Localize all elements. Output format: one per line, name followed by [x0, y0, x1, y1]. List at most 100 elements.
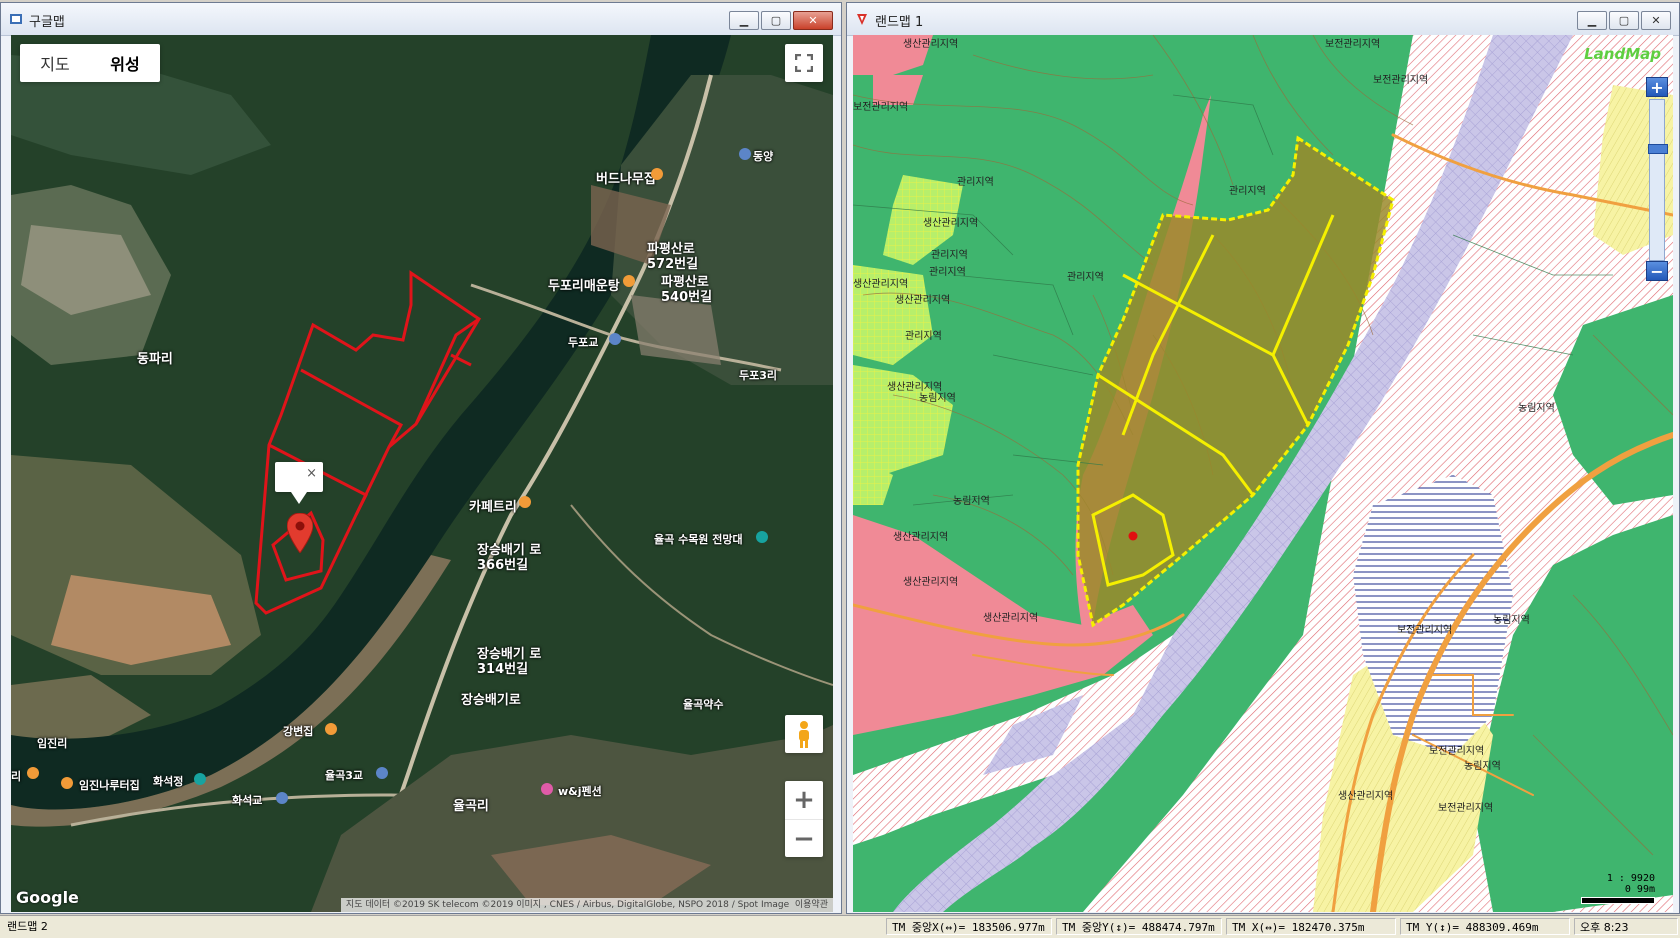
google-map-window: 구글맵 ▁ ▢ ✕ 동파리 버드나무집 파평산로 572번길 두포리매운탕 파평… — [0, 2, 842, 914]
zone-label: 관리지역 — [1229, 186, 1266, 197]
transit-icon[interactable] — [276, 792, 288, 804]
place-label: 두포교 — [568, 336, 599, 349]
cafe-icon[interactable] — [519, 496, 531, 508]
close-button[interactable]: ✕ — [793, 11, 833, 30]
scale-ratio: 1 : 9920 — [1606, 873, 1655, 884]
transit-icon[interactable] — [609, 333, 621, 345]
place-label: 버드나무집 — [596, 172, 656, 187]
zone-label: 보전관리지역 — [1397, 625, 1453, 636]
map-type-control: 지도 위성 — [20, 44, 160, 82]
zoom-out-button[interactable]: − — [785, 820, 823, 858]
terms-link[interactable]: 이용약관 — [795, 900, 828, 910]
place-label: 율곡약수 — [683, 698, 724, 711]
place-label: 강변집 — [283, 725, 314, 738]
place-label: 리 — [11, 770, 22, 783]
place-label: 화석정 — [153, 775, 184, 788]
restaurant-icon[interactable] — [61, 777, 73, 789]
scale-bar — [1581, 897, 1655, 904]
place-label: 임진리 — [37, 737, 68, 750]
location-icon[interactable] — [739, 148, 751, 160]
zoom-in-button[interactable]: + — [785, 781, 823, 820]
zone-label: 농림지역 — [953, 496, 990, 507]
minimize-button[interactable]: ▁ — [729, 11, 759, 30]
zoom-slider-thumb[interactable] — [1648, 144, 1668, 154]
restaurant-icon[interactable] — [623, 275, 635, 287]
zone-label: 생산관리지역 — [895, 295, 951, 306]
zone-label: 관리지역 — [929, 267, 966, 278]
zoom-in-button[interactable]: + — [1646, 77, 1668, 97]
place-label: 두포3리 — [739, 369, 778, 382]
close-icon[interactable]: × — [306, 466, 317, 481]
place-label: 장승배기로 — [461, 693, 521, 708]
restaurant-icon[interactable] — [27, 767, 39, 779]
close-button[interactable]: ✕ — [1641, 11, 1671, 30]
tm-center-y: TM 중앙Y(↕)= 488474.797m — [1056, 918, 1222, 935]
zone-label: 생산관리지역 — [853, 279, 909, 290]
place-label: 카페트리 — [469, 500, 517, 515]
fullscreen-icon — [795, 54, 813, 72]
clock: 오후 8:23 — [1574, 918, 1678, 935]
landmap-titlebar[interactable]: 랜드맵 1 ▁ ▢ ✕ — [847, 3, 1679, 36]
map-type-map-button[interactable]: 지도 — [20, 44, 90, 82]
google-map-titlebar[interactable]: 구글맵 ▁ ▢ ✕ — [1, 3, 841, 36]
status-bar: 랜드맵 2 TM 중앙X(↔)= 183506.977m TM 중앙Y(↕)= … — [0, 915, 1680, 938]
landmap-app-icon — [857, 14, 867, 25]
app-icon — [10, 14, 22, 24]
status-title: 랜드맵 2 — [7, 920, 48, 933]
transit-icon[interactable] — [376, 767, 388, 779]
google-logo: Google — [16, 888, 79, 907]
landmap-window: 랜드맵 1 ▁ ▢ ✕ 보전관리지역 보전관리지역 생산관리지역 보전관리지역 … — [846, 2, 1680, 914]
zoom-out-button[interactable]: − — [1646, 261, 1668, 281]
zone-label: 생산관리지역 — [893, 532, 949, 543]
landmap-logo: LandMap — [1584, 45, 1661, 63]
lodging-icon[interactable] — [541, 783, 553, 795]
selected-point — [1128, 531, 1138, 541]
map-pin-icon[interactable] — [287, 513, 313, 553]
attraction-icon[interactable] — [194, 773, 206, 785]
zoom-control: + − — [785, 781, 823, 857]
restaurant-icon[interactable] — [325, 723, 337, 735]
place-label: 화석교 — [232, 794, 263, 807]
zone-label: 보전관리지역 — [1438, 803, 1494, 814]
pegman-icon — [799, 721, 809, 748]
place-label: 장승배기 로314번길 — [477, 647, 542, 677]
zoom-slider-track[interactable] — [1648, 99, 1668, 261]
zone-label: 관리지역 — [957, 177, 994, 188]
tm-center-x: TM 중앙X(↔)= 183506.977m — [886, 918, 1052, 935]
zone-label: 농림지역 — [1493, 615, 1530, 626]
street-view-button[interactable] — [785, 715, 823, 753]
place-label: 파평산로 572번길 — [647, 242, 699, 272]
map-scale: 1 : 9920 0 99m — [1581, 873, 1655, 904]
zone-label: 농림지역 — [919, 393, 956, 404]
attribution-text: 지도 데이터 ©2019 SK telecom ©2019 이미지 , CNES… — [345, 900, 790, 910]
minimize-button[interactable]: ▁ — [1577, 11, 1607, 30]
satellite-map[interactable]: 동파리 버드나무집 파평산로 572번길 두포리매운탕 파평산로 540번길 두… — [11, 35, 833, 912]
place-label: 파평산로 540번길 — [661, 275, 713, 305]
tm-x: TM X(↔)= 182470.375m — [1226, 918, 1396, 935]
fullscreen-button[interactable] — [785, 44, 823, 82]
place-label: 율곡리 — [453, 799, 489, 814]
restaurant-icon[interactable] — [651, 168, 663, 180]
zone-label: 농림지역 — [1518, 403, 1555, 414]
zone-label: 보전관리지역 — [1429, 746, 1485, 757]
map-attribution: 지도 데이터 ©2019 SK telecom ©2019 이미지 , CNES… — [340, 898, 833, 912]
zone-label: 보전관리지역 — [1373, 75, 1429, 86]
zone-label: 관리지역 — [1067, 272, 1104, 283]
map-type-satellite-button[interactable]: 위성 — [90, 44, 160, 82]
info-window: × — [275, 462, 323, 504]
zone-label: 생산관리지역 — [983, 613, 1039, 624]
attraction-icon[interactable] — [756, 531, 768, 543]
place-label: 임진나루터집 — [79, 779, 140, 792]
zone-label: 생산관리지역 — [923, 218, 979, 229]
place-label: 두포리매운탕 — [548, 279, 620, 294]
tm-y: TM Y(↕)= 488309.469m — [1400, 918, 1570, 935]
place-label: 장승배기 로366번길 — [477, 543, 542, 573]
zoning-map[interactable]: 보전관리지역 보전관리지역 생산관리지역 보전관리지역 관리지역 생산관리지역 … — [853, 35, 1673, 912]
maximize-button[interactable]: ▢ — [1609, 11, 1639, 30]
landmap-zoom-bar: + − — [1646, 77, 1668, 281]
scale-distance: 0 99m — [1624, 884, 1655, 895]
maximize-button[interactable]: ▢ — [761, 11, 791, 30]
zone-label: 생산관리지역 — [903, 577, 959, 588]
zone-label: 생산관리지역 — [903, 39, 959, 50]
place-label: w&j펜션 — [558, 785, 602, 798]
